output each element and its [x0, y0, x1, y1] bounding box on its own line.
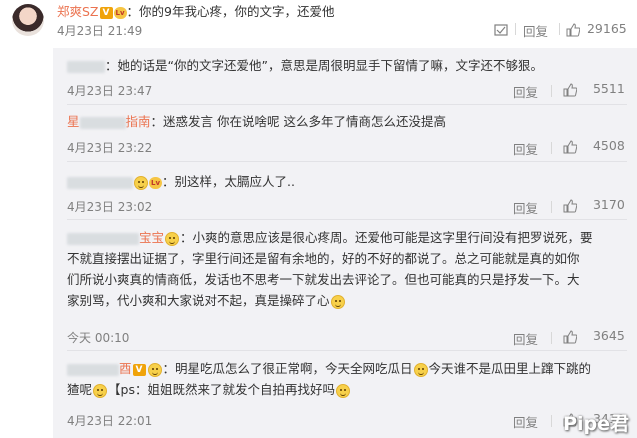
reply-button[interactable]: 回复 [513, 82, 538, 101]
reply-time: 今天 00:10 [67, 331, 130, 345]
verified-v-icon: V [99, 6, 113, 19]
thumbs-up-icon [563, 329, 577, 343]
reply-text-line: 猹呢 [67, 382, 93, 397]
reply-button[interactable]: 回复 [513, 412, 538, 431]
laugh-emoji-icon [93, 383, 108, 398]
reply-item: ：她的话是“你的文字还爱他”，意思是周很明显手下留情了嘛，文字还不够狠。 4月2… [67, 54, 627, 102]
like-button[interactable]: 3645 [563, 328, 625, 344]
blurred-username [67, 176, 133, 189]
share-icon [494, 23, 508, 36]
reply-time: 4月23日 23:47 [67, 84, 153, 98]
reply-button[interactable]: 回复 [513, 198, 538, 217]
reply-time: 4月23日 23:22 [67, 141, 153, 155]
reply-text: ：她的话是“你的文字还爱他”，意思是周很明显手下留情了嘛，文字还不够狠。 [105, 58, 543, 73]
reply-button[interactable]: 回复 [513, 329, 538, 348]
reply-item: 酉 V ：明星吃瓜怎么了很正常啊，今天全网吃瓜日 今天谁不是瓜田里上蹿下跳的 猹呢 【p… [67, 356, 627, 438]
replies-panel: ：她的话是“你的文字还爱他”，意思是周很明显手下留情了嘛，文字还不够狠。 4月2… [53, 48, 637, 438]
member-level-icon: Lv [113, 6, 127, 19]
reply-text-line: 家别骂，代小爽和大家说对不起，真是操碎了心 [67, 293, 330, 308]
reply-username-suffix[interactable]: 酉 [119, 361, 132, 376]
reply-username-suffix[interactable]: 指南 [126, 114, 151, 129]
reply-text: ：迷惑发言 你在说啥呢 这么多年了情商怎么还没提高 [150, 114, 446, 129]
reply-text-line: 【ps：姐姐既然来了就发个自拍再找好吗 [108, 382, 335, 397]
share-button[interactable] [494, 21, 508, 36]
blurred-username [67, 232, 139, 245]
reply-button[interactable]: 回复 [513, 139, 538, 158]
emoji-icon [147, 362, 162, 377]
top-actions: 回复 29165 [0, 20, 637, 40]
reply-text-line: ：小爽的意思应该是很心疼周。还爱他可能是这字里行间没有把罗说死，要 [180, 230, 593, 245]
top-comment-line: 郑爽SZ V Lv ：你的9年我心疼，你的文字，还爱他 [57, 1, 334, 20]
like-count: 4508 [592, 138, 625, 153]
watermark: Pipe君 [563, 413, 629, 435]
reply-username-suffix[interactable]: 宝宝 [139, 230, 164, 245]
thumbs-up-icon [566, 22, 580, 36]
thumbs-up-icon [563, 82, 577, 96]
emoji-icon [134, 175, 148, 190]
reply-username-prefix[interactable]: 星 [67, 114, 80, 129]
like-count: 3170 [592, 197, 625, 212]
top-username[interactable]: 郑爽SZ [57, 4, 99, 19]
reply-time: 4月23日 22:01 [67, 414, 153, 428]
cat-emoji-icon [335, 383, 350, 398]
member-level-icon: Lv [149, 176, 162, 189]
thumbs-up-icon [563, 139, 577, 153]
thumbs-up-icon [563, 198, 577, 212]
reply-text-line: 们所说小爽真的情商低，发话也不思考一下就发出去评论了。但也可能真的只是抒发一下。… [67, 272, 580, 287]
emoji-icon [165, 231, 180, 246]
verified-v-icon: V [132, 363, 146, 376]
like-button[interactable]: 29165 [566, 21, 627, 37]
top-comment-text: ：你的9年我心疼，你的文字，还爱他 [126, 4, 335, 19]
reply-text-line: ：明星吃瓜怎么了很正常啊，今天全网吃瓜日 [162, 361, 413, 376]
reply-text-line: 不就直接摆出证据了，字里行间还是留有余地的，好的不好的都说了。总之可能就是真的如… [67, 251, 580, 266]
like-count: 29165 [586, 21, 627, 36]
reply-time: 4月23日 23:02 [67, 200, 153, 214]
reply-text: ：别这样，太膈应人了.. [162, 174, 295, 189]
cat-emoji-icon [413, 362, 428, 377]
reply-item: 宝宝 ：小爽的意思应该是很心疼周。还爱他可能是这字里行间没有把罗说死，要 不就直接… [67, 225, 627, 347]
reply-text-line: 今天谁不是瓜田里上蹿下跳的 [428, 361, 592, 376]
blurred-username [79, 116, 126, 129]
like-button[interactable]: 4508 [563, 138, 625, 154]
reply-item: 星 指南：迷惑发言 你在说啥呢 这么多年了情商怎么还没提高 4月23日 23:22… [67, 110, 627, 160]
like-count: 5511 [592, 81, 625, 96]
like-button[interactable]: 3170 [563, 197, 625, 213]
like-count: 3645 [592, 328, 625, 343]
sweat-emoji-icon [330, 294, 345, 309]
like-button[interactable]: 5511 [563, 81, 625, 97]
top-comment: 郑爽SZ V Lv ：你的9年我心疼，你的文字，还爱他 4月23日 21:49 回复 … [0, 0, 637, 48]
blurred-username [67, 363, 119, 376]
reply-button[interactable]: 回复 [523, 21, 548, 40]
blurred-username [67, 60, 105, 73]
reply-item: Lv ：别这样，太膈应人了.. 4月23日 23:02 回复 3170 [67, 168, 627, 218]
